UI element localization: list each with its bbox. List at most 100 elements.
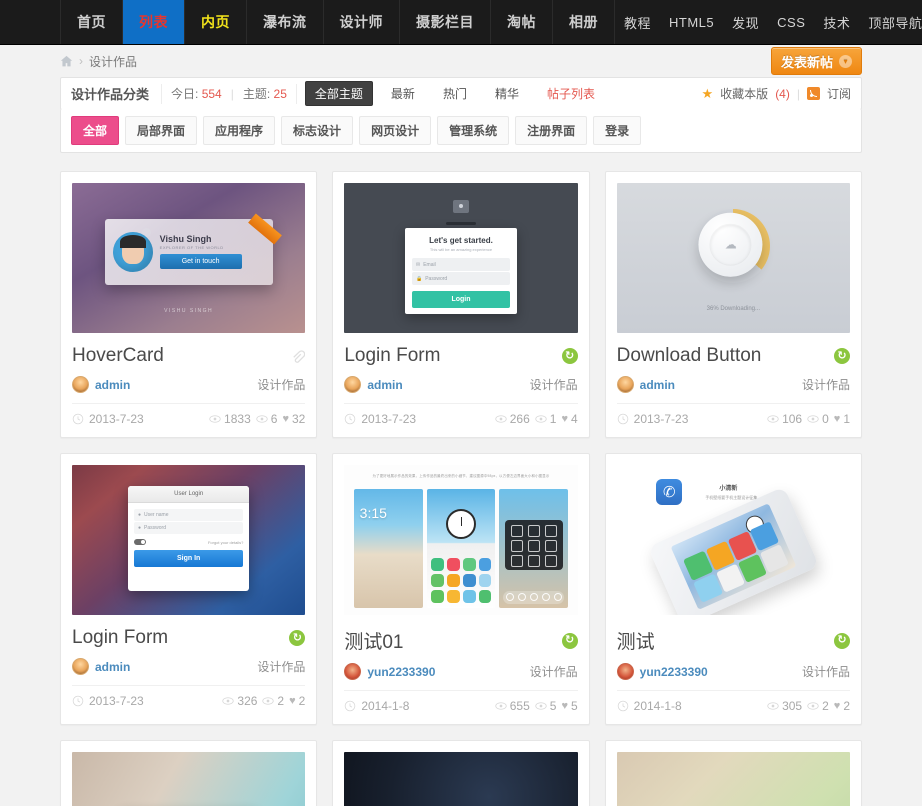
post-card[interactable]: 为了更好地展示作品的效果，上传作品的最终出来的小细节，建议图源中98px，以方便… [332, 453, 590, 725]
rss-icon[interactable] [806, 87, 820, 100]
chevron-down-icon[interactable]: ▾ [839, 54, 852, 68]
filter-tab-newest[interactable]: 最新 [381, 81, 425, 106]
post-thumbnail[interactable]: Let's get started. This will be an amazi… [344, 183, 578, 333]
nav-item-html5[interactable]: HTML5 [660, 0, 723, 44]
post-thumbnail[interactable]: Downloads 🗑 profile-card-freebie.zip 4.1… [72, 752, 306, 806]
post-thumbnail[interactable]: 为了更好地展示作品的效果，上传作品的最终出来的小细节，建议图源中98px，以方便… [344, 465, 578, 615]
likes-count: 4 [570, 412, 578, 426]
post-category[interactable]: 设计作品 [802, 663, 850, 680]
nav-item-designer[interactable]: 设计师 [324, 0, 400, 44]
post-card[interactable]: You Don't Know My Mind LET THEM TALK • H… [332, 740, 590, 806]
post-thumbnail[interactable]: Megan Ronnie [616, 752, 850, 806]
nav-item-tech[interactable]: 技术 [814, 0, 859, 44]
nav-item-photography[interactable]: 摄影栏目 [400, 0, 491, 44]
paperclip-icon [290, 349, 306, 364]
category-web-design[interactable]: 网页设计 [359, 116, 432, 145]
post-author[interactable]: admin [640, 378, 675, 392]
post-thumbnail[interactable]: Vishu Singh EXPLORER OF THE WORLD Get in… [72, 183, 306, 333]
nav-item-css[interactable]: CSS [768, 0, 814, 44]
category-logo-design[interactable]: 标志设计 [281, 116, 354, 145]
app-icon [446, 573, 460, 587]
filter-tab-post-list[interactable]: 帖子列表 [537, 81, 605, 106]
avatar[interactable] [344, 376, 362, 393]
nav-item-discover[interactable]: 发现 [723, 0, 768, 44]
post-author[interactable]: admin [95, 660, 130, 674]
nav-item-tutorial[interactable]: 教程 [615, 0, 660, 44]
nav-item-album[interactable]: 相册 [553, 0, 615, 44]
nav-item-waterfall[interactable]: 瀑布流 [247, 0, 324, 44]
post-title[interactable]: 测试01 [344, 627, 403, 654]
post-thumbnail[interactable]: ☁ 36% Downloading... [616, 183, 850, 333]
password-field-art: ● Password [133, 522, 244, 534]
post-title[interactable]: HoverCard [72, 345, 164, 367]
post-author[interactable]: admin [367, 378, 402, 392]
favorite-count: (4) [775, 86, 790, 101]
nav-item-collection[interactable]: 淘帖 [491, 0, 553, 44]
card-title-row: HoverCard [72, 345, 306, 367]
new-post-button[interactable]: 发表新帖 ▾ [770, 47, 862, 75]
share-arrow-icon[interactable]: ↻ [561, 632, 578, 649]
post-card[interactable]: ✆ 小清新 手机壁纸要手机主题设计征集 测试 ↻ yun2233390 设计作品… [604, 453, 862, 725]
avatar[interactable] [344, 663, 362, 680]
post-title[interactable]: 测试 [617, 627, 655, 654]
post-category[interactable]: 设计作品 [530, 376, 578, 393]
filter-bar: 设计作品分类 今日: 554 | 主题: 25 全部主题 最新 热门 精华 帖子… [61, 78, 861, 109]
nav-item-list[interactable]: 列表 [123, 0, 185, 44]
nav-item-home[interactable]: 首页 [60, 0, 123, 44]
signin-button-art: Sign In [133, 550, 244, 567]
filter-tab-essence[interactable]: 精华 [485, 81, 529, 106]
breadcrumb-current[interactable]: 设计作品 [89, 53, 137, 70]
post-author[interactable]: yun2233390 [367, 665, 435, 679]
post-title[interactable]: Login Form [72, 627, 168, 649]
home-icon[interactable] [60, 55, 73, 68]
post-thumbnail[interactable]: ✆ 小清新 手机壁纸要手机主题设计征集 [616, 465, 850, 615]
post-card[interactable]: Downloads 🗑 profile-card-freebie.zip 4.1… [60, 740, 318, 806]
views-count: 1833 [224, 412, 251, 426]
post-author[interactable]: yun2233390 [640, 665, 708, 679]
post-author[interactable]: admin [95, 378, 130, 392]
favorite-board-label[interactable]: 收藏本版 [720, 85, 768, 102]
top-navigation: 首页 列表 内页 瀑布流 设计师 摄影栏目 淘帖 相册 教程 HTML5 发现 … [0, 0, 922, 45]
subscribe-label[interactable]: 订阅 [827, 85, 851, 102]
avatar[interactable] [616, 663, 634, 680]
post-category[interactable]: 设计作品 [257, 658, 305, 675]
post-card[interactable]: Vishu Singh EXPLORER OF THE WORLD Get in… [60, 171, 318, 438]
share-arrow-icon[interactable]: ↻ [834, 632, 850, 649]
post-card[interactable]: User Login ● User name ● Password Forgot… [60, 453, 318, 725]
share-arrow-icon[interactable]: ↻ [289, 630, 306, 646]
avatar[interactable] [72, 658, 89, 675]
comment-icon [535, 700, 547, 712]
post-title[interactable]: Login Form [344, 345, 440, 367]
likes-count: 5 [570, 699, 578, 713]
post-category[interactable]: 设计作品 [802, 376, 850, 393]
login-form-art: User Login ● User name ● Password Forgot… [127, 486, 250, 591]
filter-tab-all-topics[interactable]: 全部主题 [304, 81, 373, 106]
app-icon [462, 557, 476, 571]
avatar[interactable] [616, 376, 634, 393]
nav-item-top-nav-add[interactable]: 顶部导航添加 [859, 0, 922, 44]
views-group: 266 [495, 412, 530, 426]
category-login[interactable]: 登录 [593, 116, 642, 145]
category-partial-ui[interactable]: 局部界面 [125, 116, 198, 145]
post-thumbnail[interactable]: User Login ● User name ● Password Forgot… [72, 465, 306, 615]
category-application[interactable]: 应用程序 [203, 116, 276, 145]
likes-group: ♥ 2 [834, 699, 850, 713]
post-category[interactable]: 设计作品 [257, 376, 305, 393]
share-arrow-icon[interactable]: ↻ [561, 348, 578, 364]
card-meta-row: 2013-7-23 326 2 ♥ 2 [72, 685, 306, 708]
filter-tab-hot[interactable]: 热门 [433, 81, 477, 106]
comment-icon [535, 413, 547, 425]
post-card[interactable]: ☁ 36% Downloading... Download Button ↻ a… [604, 171, 862, 438]
post-card[interactable]: Megan Ronnie [604, 740, 862, 806]
post-card[interactable]: Let's get started. This will be an amazi… [332, 171, 590, 438]
post-category[interactable]: 设计作品 [530, 663, 578, 680]
avatar[interactable] [72, 376, 89, 393]
nav-item-inner-page[interactable]: 内页 [185, 0, 247, 44]
category-all[interactable]: 全部 [71, 116, 120, 145]
category-admin-system[interactable]: 管理系统 [437, 116, 510, 145]
post-thumbnail[interactable]: You Don't Know My Mind LET THEM TALK • H… [344, 752, 578, 806]
post-title[interactable]: Download Button [617, 345, 762, 367]
category-register-ui[interactable]: 注册界面 [515, 116, 588, 145]
share-arrow-icon[interactable]: ↻ [834, 348, 850, 364]
views-count: 655 [509, 699, 530, 713]
